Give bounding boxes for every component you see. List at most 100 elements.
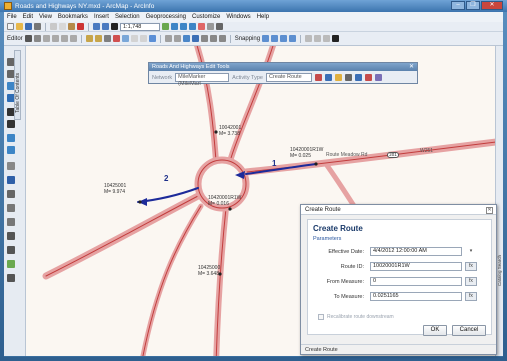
- create-features-icon[interactable]: [148, 35, 156, 42]
- to-measure-field[interactable]: 0.0251165: [370, 292, 462, 301]
- find-route-icon[interactable]: [7, 232, 15, 240]
- cut-icon[interactable]: [50, 23, 57, 30]
- minimize-button[interactable]: –: [451, 1, 465, 10]
- globe-icon[interactable]: [332, 35, 340, 42]
- zoom-out-icon[interactable]: [173, 35, 181, 42]
- reassign-route-tool-icon[interactable]: [354, 74, 362, 81]
- menu-selection[interactable]: Selection: [115, 14, 140, 20]
- reshape-icon[interactable]: [94, 35, 102, 42]
- route-id-field[interactable]: 10020001R1W: [370, 262, 462, 271]
- close-button[interactable]: ✕: [481, 1, 503, 10]
- redo-icon[interactable]: [102, 23, 109, 30]
- search-window-icon[interactable]: [189, 23, 196, 30]
- menu-customize[interactable]: Customize: [192, 14, 220, 20]
- table-of-contents-icon[interactable]: [171, 23, 178, 30]
- menu-geoprocessing[interactable]: Geoprocessing: [146, 14, 186, 20]
- html-popup-icon[interactable]: [7, 204, 15, 212]
- to-measure-button[interactable]: fx: [465, 292, 477, 301]
- hyperlink-icon[interactable]: [7, 190, 15, 198]
- realign-route-tool-icon[interactable]: [334, 74, 342, 81]
- end-snapping-icon[interactable]: [271, 35, 279, 42]
- menu-view[interactable]: View: [39, 14, 52, 20]
- end-point-arc-icon[interactable]: [51, 35, 59, 42]
- editor-menu[interactable]: Editor: [7, 36, 23, 42]
- back-extent-icon[interactable]: [7, 134, 15, 142]
- trace-icon[interactable]: [60, 35, 68, 42]
- add-data-icon[interactable]: [111, 23, 118, 30]
- split-icon[interactable]: [112, 35, 120, 42]
- recalibrate-checkbox-label: Recalibrate route downstream: [327, 314, 394, 320]
- save-icon[interactable]: [25, 23, 32, 30]
- menu-file[interactable]: File: [7, 14, 17, 20]
- pan-icon[interactable]: [182, 35, 190, 42]
- straight-segment-icon[interactable]: [42, 35, 50, 42]
- snapping-menu[interactable]: Snapping: [235, 36, 260, 42]
- arctoolbox-icon[interactable]: [198, 23, 205, 30]
- effective-date-dropdown-button[interactable]: ▾: [465, 247, 477, 256]
- menu-bookmarks[interactable]: Bookmarks: [58, 14, 88, 20]
- menu-edit[interactable]: Edit: [23, 14, 33, 20]
- edit-annotation-icon[interactable]: [33, 35, 41, 42]
- sketch-properties-icon[interactable]: [139, 35, 147, 42]
- find-icon[interactable]: [209, 35, 217, 42]
- retire-route-tool-icon[interactable]: [344, 74, 352, 81]
- identify-tool-icon[interactable]: [7, 176, 15, 184]
- rotate-icon[interactable]: [121, 35, 129, 42]
- attributes-icon[interactable]: [130, 35, 138, 42]
- measure-icon[interactable]: [218, 35, 226, 42]
- map-scale-input[interactable]: 1:1,748: [120, 22, 160, 31]
- table-of-contents-tab-label: Table Of Contents: [15, 72, 21, 113]
- paste-icon[interactable]: [68, 23, 75, 30]
- full-extent-icon[interactable]: [191, 35, 199, 42]
- edit-vertices-icon[interactable]: [85, 35, 93, 42]
- catalog-icon[interactable]: [180, 23, 187, 30]
- new-document-icon[interactable]: [7, 23, 14, 30]
- table-of-contents-tab[interactable]: Table Of Contents: [14, 50, 21, 120]
- model-builder-icon[interactable]: [216, 23, 223, 30]
- edit-tools-close-icon[interactable]: ✕: [409, 63, 414, 71]
- topology-icon[interactable]: [305, 35, 313, 42]
- delete-icon[interactable]: [77, 23, 84, 30]
- point-snapping-icon[interactable]: [262, 35, 270, 42]
- activity-type-select[interactable]: Create Route: [265, 73, 312, 82]
- extend-route-tool-icon[interactable]: [324, 74, 332, 81]
- map-topology-icon[interactable]: [314, 35, 322, 42]
- point-icon[interactable]: [69, 35, 77, 42]
- identify-icon[interactable]: [200, 35, 208, 42]
- menu-help[interactable]: Help: [257, 14, 269, 20]
- calibrate-route-tool-icon[interactable]: [364, 74, 372, 81]
- recalibrate-checkbox[interactable]: [318, 314, 324, 320]
- copy-icon[interactable]: [59, 23, 66, 30]
- dialog-close-button[interactable]: ✕: [486, 207, 493, 214]
- vertex-snapping-icon[interactable]: [280, 35, 288, 42]
- select-features-icon[interactable]: [7, 162, 15, 170]
- ok-button[interactable]: OK: [423, 325, 447, 336]
- effective-date-field[interactable]: 4/4/2012 12:00:00 AM: [370, 247, 462, 256]
- open-folder-icon[interactable]: [16, 23, 23, 30]
- time-slider-icon[interactable]: [7, 260, 15, 268]
- editor-toolbar-icon[interactable]: [162, 23, 169, 30]
- fixed-zoom-out-icon[interactable]: [7, 120, 15, 128]
- menu-windows[interactable]: Windows: [226, 14, 250, 20]
- network-select[interactable]: MileMarker (MileMarl: [175, 73, 230, 87]
- python-icon[interactable]: [207, 23, 214, 30]
- route-id-button[interactable]: fx: [465, 262, 477, 271]
- measure-tool-icon[interactable]: [7, 218, 15, 226]
- viewer-window-icon[interactable]: [7, 274, 15, 282]
- cut-polygons-icon[interactable]: [103, 35, 111, 42]
- edit-events-tool-icon[interactable]: [374, 74, 382, 81]
- edit-tool-icon[interactable]: [24, 35, 32, 42]
- undo-icon[interactable]: [93, 23, 100, 30]
- from-measure-button[interactable]: fx: [465, 277, 477, 286]
- zoom-in-icon[interactable]: [164, 35, 172, 42]
- print-icon[interactable]: [34, 23, 41, 30]
- menu-insert[interactable]: Insert: [94, 14, 109, 20]
- forward-extent-icon[interactable]: [7, 146, 15, 154]
- edge-snapping-icon[interactable]: [289, 35, 297, 42]
- from-measure-field[interactable]: 0: [370, 277, 462, 286]
- maximize-button[interactable]: ❐: [466, 1, 480, 10]
- go-to-xy-icon[interactable]: [7, 246, 15, 254]
- georeference-icon[interactable]: [323, 35, 331, 42]
- cancel-button[interactable]: Cancel: [452, 325, 486, 336]
- create-route-tool-icon[interactable]: [314, 74, 322, 81]
